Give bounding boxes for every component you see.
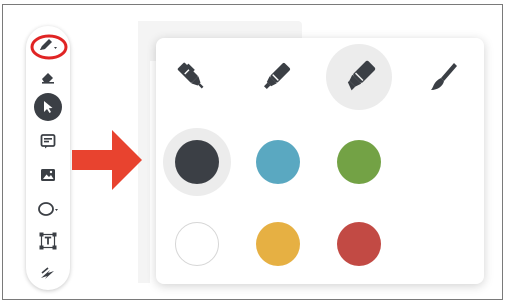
highlighter-option[interactable] (326, 44, 392, 110)
color-option-white[interactable] (163, 210, 231, 278)
note-icon (40, 134, 56, 149)
sticky-note-tool[interactable] (26, 126, 70, 156)
brush-option[interactable] (410, 44, 476, 110)
cursor-icon (44, 101, 53, 113)
color-option-green[interactable] (325, 128, 393, 196)
color-swatch (256, 222, 300, 266)
color-swatch (337, 140, 381, 184)
image-tool[interactable] (26, 160, 70, 190)
marker-option[interactable] (243, 44, 309, 110)
red-highlight-circle (30, 34, 68, 60)
color-option-yellow[interactable] (244, 210, 312, 278)
color-swatch (337, 222, 381, 266)
color-swatch (256, 140, 300, 184)
brush-icon (431, 63, 457, 90)
pen-tool[interactable] (26, 30, 70, 60)
color-option-red[interactable] (325, 210, 393, 278)
color-option-charcoal[interactable] (163, 128, 231, 196)
circle-icon (38, 202, 58, 216)
color-swatch (175, 140, 219, 184)
select-active-indicator (34, 93, 62, 121)
shape-tool[interactable] (26, 194, 70, 224)
lightning-tool[interactable] (26, 258, 70, 288)
highlighter-icon (347, 60, 376, 91)
lightning-icon (41, 267, 54, 279)
select-tool[interactable] (26, 92, 70, 122)
eraser-tool[interactable] (26, 62, 70, 92)
text-tool[interactable] (26, 226, 70, 256)
image-icon (41, 169, 55, 181)
eraser-icon (42, 73, 54, 84)
fine-pen-icon (177, 62, 204, 89)
fine-pen-option[interactable] (159, 44, 225, 110)
color-swatch (175, 222, 219, 266)
pen-panel (156, 38, 484, 284)
color-option-teal[interactable] (244, 128, 312, 196)
callout-arrow (72, 130, 142, 190)
marker-icon (263, 62, 291, 90)
text-frame-icon (39, 232, 57, 250)
left-toolbar (26, 26, 70, 290)
